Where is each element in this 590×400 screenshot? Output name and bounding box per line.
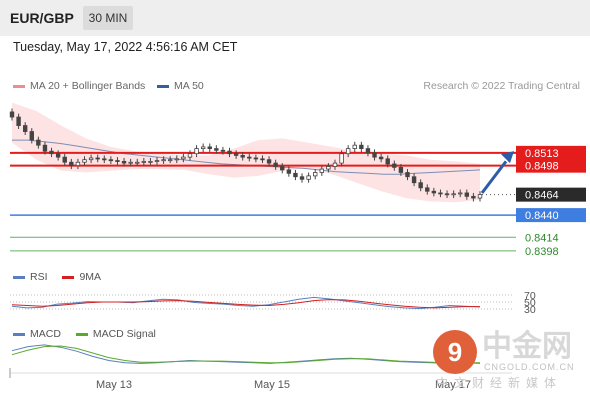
candle-body xyxy=(42,144,48,152)
candle-body xyxy=(16,116,21,126)
candle-body xyxy=(161,159,166,162)
candle-body xyxy=(260,158,265,161)
candle-body xyxy=(431,190,437,194)
candle-body xyxy=(233,153,239,156)
candle-body xyxy=(359,144,364,149)
candle-body xyxy=(458,192,463,195)
candle-body xyxy=(339,153,344,164)
rsi-level-label-30: 30 xyxy=(524,304,536,316)
chart-widget: EUR/GBP 30 MIN Tuesday, May 17, 2022 4:5… xyxy=(0,0,590,400)
candle-body xyxy=(332,162,338,167)
candle-body xyxy=(135,161,140,164)
candle-body xyxy=(326,166,331,170)
candle-body xyxy=(29,131,34,141)
candle-body xyxy=(69,161,74,167)
candle-body xyxy=(280,166,285,171)
candle-body xyxy=(194,148,199,155)
candle-body xyxy=(253,157,259,160)
candle-body xyxy=(102,158,107,161)
price-level-label-5: 0.8414 xyxy=(525,232,559,244)
candle-body xyxy=(115,160,120,162)
candle-body xyxy=(36,139,41,146)
candle-body xyxy=(372,152,377,158)
candle-body xyxy=(141,160,147,163)
candle-body xyxy=(352,144,357,149)
candle-body xyxy=(286,169,292,174)
candle-body xyxy=(148,160,153,163)
candle-body xyxy=(405,172,410,178)
candle-body xyxy=(319,168,325,173)
candle-body xyxy=(418,182,423,189)
macd-line xyxy=(11,344,481,364)
watermark-subtitle: 中文财经新媒体 xyxy=(436,376,563,390)
candle-body xyxy=(398,166,404,173)
candle-body xyxy=(207,146,212,149)
candle-body xyxy=(62,156,67,163)
candle-body xyxy=(200,146,206,149)
price-level-label-6: 0.8398 xyxy=(525,246,559,258)
candle-body xyxy=(95,157,100,160)
candle-body xyxy=(88,157,94,161)
candle-body xyxy=(451,193,456,196)
candle-body xyxy=(293,172,298,178)
price-level-label-3: 0.8464 xyxy=(525,190,559,202)
watermark-url: CNGOLD.COM.CN xyxy=(484,362,575,372)
watermark: 9 中金网 CNGOLD.COM.CN 中文财经新媒体 xyxy=(432,330,582,390)
candle-body xyxy=(365,148,371,154)
candle-body xyxy=(477,194,483,199)
candle-body xyxy=(121,160,127,164)
candle-body xyxy=(306,175,311,180)
candle-body xyxy=(174,158,179,161)
candle-body xyxy=(220,149,226,152)
candle-body xyxy=(9,111,15,118)
candle-body xyxy=(55,153,61,158)
candle-body xyxy=(378,156,384,160)
price-level-label-1: 0.8513 xyxy=(525,148,559,160)
candle-body xyxy=(444,193,450,196)
candle-body xyxy=(411,176,417,184)
candle-body xyxy=(82,159,87,163)
x-tick-label-2: May 15 xyxy=(254,379,290,391)
rsi-9ma-line xyxy=(11,299,480,309)
watermark-logo-icon: 9 xyxy=(433,330,477,374)
candle-body xyxy=(187,153,193,158)
candle-body xyxy=(167,159,173,162)
candle-body xyxy=(227,150,232,155)
candle-body xyxy=(273,162,278,167)
candle-body xyxy=(392,163,397,168)
candle-body xyxy=(181,156,186,160)
price-level-label-4: 0.8440 xyxy=(525,210,559,222)
candle-body xyxy=(154,160,160,162)
candle-body xyxy=(438,192,443,195)
candle-body xyxy=(75,161,81,167)
candle-body xyxy=(22,125,28,132)
candle-body xyxy=(240,155,245,158)
candle-body xyxy=(464,192,470,197)
candle-body xyxy=(128,161,133,164)
candle-body xyxy=(214,148,219,151)
candle-body xyxy=(313,172,318,177)
candle-body xyxy=(49,150,54,155)
watermark-brand: 中金网 xyxy=(482,330,572,363)
candle-body xyxy=(266,159,272,164)
x-tick-label-1: May 13 xyxy=(96,379,132,391)
candle-body xyxy=(471,195,476,199)
candle-body xyxy=(345,148,351,155)
candle-body xyxy=(299,176,305,180)
macd-signal-line xyxy=(11,345,480,364)
candle-body xyxy=(108,159,114,162)
price-level-label-2: 0.8498 xyxy=(525,161,559,173)
candle-body xyxy=(425,187,430,192)
candle-body xyxy=(385,158,390,165)
candle-body xyxy=(247,156,252,159)
